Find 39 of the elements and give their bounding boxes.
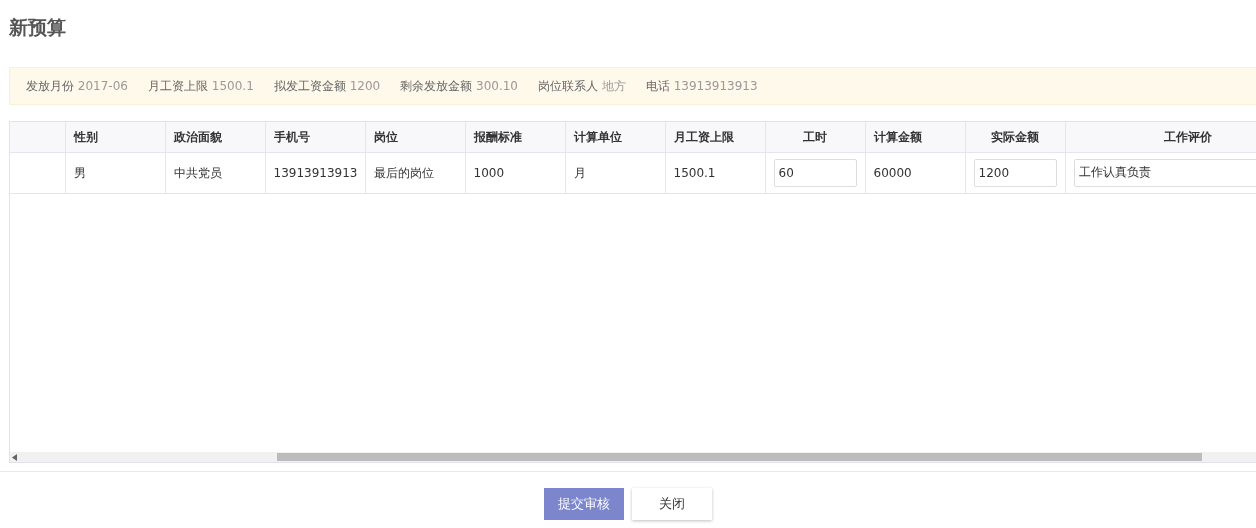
column-header: 岗位 [365,122,465,152]
input-field[interactable]: 1200 [973,158,1057,187]
summary-label: 岗位联系人 [538,79,598,93]
summary-value: 300.10 [476,79,518,93]
scroll-left-icon[interactable] [12,454,17,461]
table-cell: 中共党员 [173,165,222,180]
scrollbar-thumb[interactable] [277,453,1202,461]
summary-value: 1500.1 [211,79,254,93]
column-header: 报酬标准 [465,122,565,152]
column-header: 计算金额 [865,122,965,152]
summary-value: 地方 [601,79,626,93]
table-cell: 1500.1 [673,165,716,180]
summary-label: 拟发工资金额 [273,79,346,93]
table-cell: 最后的岗位 [373,165,434,180]
page-title: 新预算 [8,15,67,40]
summary-value: 1200 [349,79,381,93]
column-header: 工作评价 [1065,122,1256,152]
column-header: 月工资上限 [665,122,765,152]
column-header: 手机号 [265,122,365,152]
column-header: 政治面貌 [165,122,265,152]
horizontal-scrollbar[interactable] [10,452,1256,462]
column-header: 计算单位 [565,122,665,152]
table-cell: 月 [573,165,586,180]
table-cell: 1000 [473,165,505,180]
summary-value: 13913913913 [673,79,758,93]
summary-label: 发放月份 [26,79,74,93]
column-header: 实际金额 [965,122,1065,152]
input-field[interactable]: 工作认真负责 [1073,158,1256,187]
summary-label: 月工资上限 [147,79,208,93]
column-header: 性别 [65,122,165,152]
close-button[interactable]: 关闭 [632,488,712,520]
summary-value: 2017-06 [77,79,128,93]
summary-label: 剩余发放金额 [400,79,473,93]
table-cell: 60000 [873,165,912,180]
input-field[interactable]: 60 [773,158,857,187]
column-header: 工时 [765,122,865,152]
table-cell: 男 [73,165,86,180]
summary-label: 电话 [645,79,670,93]
table-cell: 13913913913 [273,165,358,180]
